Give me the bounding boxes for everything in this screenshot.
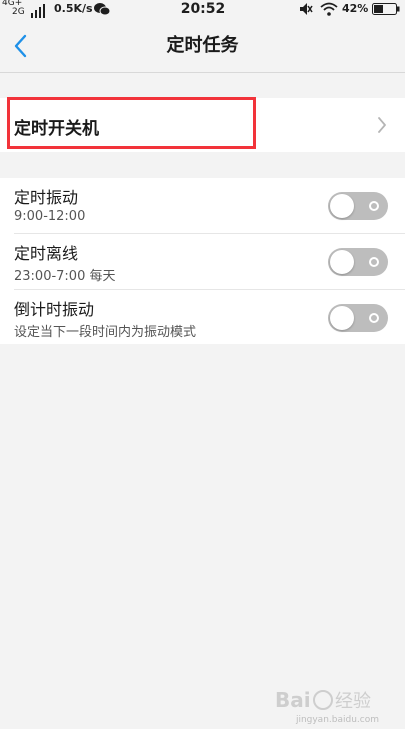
toggle-off-icon [369, 201, 379, 211]
scheduled-offline-toggle[interactable] [328, 248, 388, 276]
list-item-subtitle: 9:00-12:00 [14, 209, 86, 224]
baidu-jingyan-watermark: Bai 经验 [275, 688, 371, 712]
settings-group-toggles: 定时振动 9:00-12:00 定时离线 23:00-7:00 每天 倒计时振动… [0, 178, 405, 344]
toggle-knob [330, 194, 354, 218]
highlight-annotation [7, 97, 256, 149]
chevron-right-icon [378, 117, 386, 133]
clock: 20:52 [180, 1, 226, 17]
watermark-url: jingyan.baidu.com [295, 715, 379, 725]
list-item-title: 定时振动 [14, 188, 79, 207]
countdown-vibrate-toggle[interactable] [328, 304, 388, 332]
list-item-scheduled-vibrate: 定时振动 9:00-12:00 [0, 178, 405, 233]
list-item-countdown-vibrate: 倒计时振动 设定当下一段时间内为振动模式 [0, 290, 405, 345]
list-item-title: 倒计时振动 [14, 300, 95, 319]
wifi-icon [320, 2, 338, 16]
page-title: 定时任务 [166, 35, 239, 56]
chevron-left-icon[interactable] [12, 34, 30, 58]
signal-icon [31, 4, 45, 18]
battery-percent: 42% [342, 2, 369, 15]
network-speed: 0.5K/s [54, 2, 93, 15]
list-item-scheduled-power[interactable]: 定时开关机 [0, 97, 405, 152]
list-item-scheduled-offline: 定时离线 23:00-7:00 每天 [0, 234, 405, 289]
list-item-subtitle: 23:00-7:00 每天 [14, 269, 116, 284]
toggle-off-icon [369, 313, 379, 323]
status-bar: 4G+ 2G 0.5K/s 20:52 42% [0, 0, 405, 20]
toggle-knob [330, 306, 354, 330]
svg-text:Bai: Bai [275, 688, 311, 712]
svg-text:经验: 经验 [335, 691, 371, 712]
network-type-bottom: 2G [12, 7, 25, 17]
wechat-icon [94, 3, 110, 16]
list-item-subtitle: 设定当下一段时间内为振动模式 [14, 325, 197, 340]
scheduled-vibrate-toggle[interactable] [328, 192, 388, 220]
toggle-knob [330, 250, 354, 274]
list-item-title: 定时离线 [14, 244, 79, 263]
mute-icon [300, 3, 313, 15]
network-type: 4G+ 2G [2, 0, 32, 20]
battery-icon [372, 3, 400, 15]
title-bar: 定时任务 [0, 20, 405, 73]
toggle-off-icon [369, 257, 379, 267]
settings-group-power: 定时开关机 [0, 97, 405, 152]
